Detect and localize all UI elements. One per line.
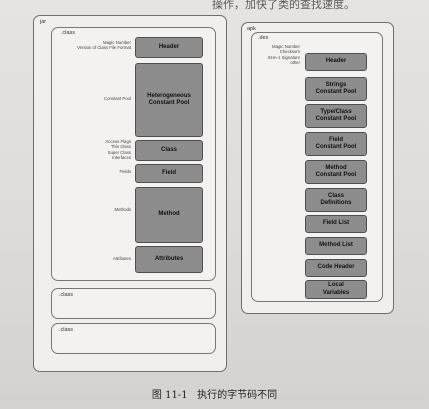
jar-label-methods: Methods bbox=[114, 207, 131, 212]
jar-box-class: Class bbox=[135, 140, 203, 161]
jar-box-constant-pool: Heterogeneous Constant Pool bbox=[135, 63, 203, 137]
jar-class-title: .class bbox=[61, 30, 76, 36]
apk-title: apk bbox=[247, 26, 256, 32]
jar-box-attributes: Attributes bbox=[135, 246, 203, 273]
apk-label-header: Magic Number Checksum SHA-1 Signature ot… bbox=[267, 44, 300, 66]
jar-label-header: Magic Number Version of Class File Forma… bbox=[77, 40, 131, 51]
figure-caption: 图 11-1 执行的字节码不同 bbox=[151, 390, 278, 401]
jar-title: jar bbox=[40, 19, 47, 25]
jar-label-attributes: Attributes bbox=[112, 256, 131, 261]
jar-label-fields: Fields bbox=[119, 169, 131, 174]
book-page: 操作，加快了类的查找速度。 jar .class Magic Number Ve… bbox=[0, 0, 429, 409]
apk-box-type-class-constant-pool: Type/Class Constant Pool bbox=[305, 104, 367, 128]
apk-box-code-header: Code Header bbox=[305, 259, 367, 277]
apk-box-method-constant-pool: Method Constant Pool bbox=[305, 160, 367, 184]
apk-box-header: Header bbox=[305, 53, 367, 71]
apk-box-field-constant-pool: Field Constant Pool bbox=[305, 132, 367, 156]
jar-box-method: Method bbox=[135, 187, 203, 243]
top-text: 操作，加快了类的查找速度。 bbox=[212, 0, 355, 11]
apk-box-field-list: Field List bbox=[305, 215, 367, 233]
jar-label-constant-pool: Constant Pool bbox=[104, 96, 131, 101]
jar-label-class: Access Flags This Class Super Class Inte… bbox=[105, 139, 131, 161]
apk-dex-title: .dex bbox=[258, 35, 269, 41]
jar-extra-class-2: .class bbox=[51, 323, 216, 354]
jar-extra-class-1: .class bbox=[51, 288, 216, 319]
jar-box-field: Field bbox=[135, 164, 203, 183]
apk-box-strings-constant-pool: Strings Constant Pool bbox=[305, 77, 367, 101]
jar-box-header: Header bbox=[135, 37, 203, 58]
apk-box-local-variables: Local Variables bbox=[305, 280, 367, 299]
jar-extra-class-2-title: .class bbox=[59, 327, 74, 333]
apk-box-class-definitions: Class Definitions bbox=[305, 188, 367, 212]
jar-extra-class-1-title: .class bbox=[59, 292, 74, 298]
apk-box-method-list: Method List bbox=[305, 237, 367, 255]
